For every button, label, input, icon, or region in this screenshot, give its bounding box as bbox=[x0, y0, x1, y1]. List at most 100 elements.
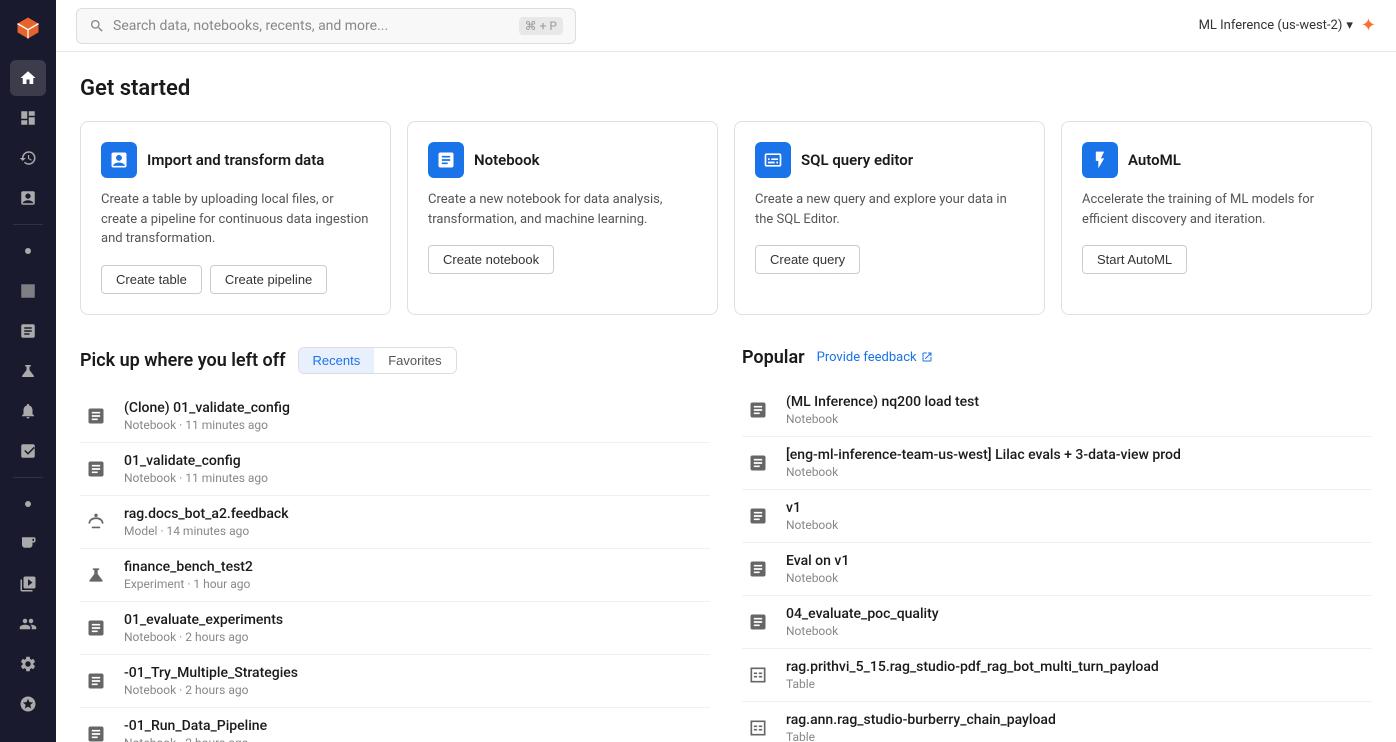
card-automl: AutoML Accelerate the training of ML mod… bbox=[1061, 121, 1372, 315]
recent-item-meta: Notebook · 2 hours ago bbox=[124, 683, 710, 697]
recent-list-item[interactable]: -01_Try_Multiple_Strategies Notebook · 2… bbox=[80, 655, 710, 708]
recent-list-item[interactable]: 01_validate_config Notebook · 11 minutes… bbox=[80, 443, 710, 496]
recent-item-meta: Notebook · 2 hours ago bbox=[124, 736, 710, 742]
recent-list-item[interactable]: finance_bench_test2 Experiment · 1 hour … bbox=[80, 549, 710, 602]
popular-item-name: rag.ann.rag_studio-burberry_chain_payloa… bbox=[786, 712, 1286, 728]
recent-list-item[interactable]: -01_Run_Data_Pipeline Notebook · 2 hours… bbox=[80, 708, 710, 742]
create-notebook-button[interactable]: Create notebook bbox=[428, 245, 554, 274]
popular-item-info: v1 Notebook bbox=[786, 500, 1372, 532]
start-automl-button[interactable]: Start AutoML bbox=[1082, 245, 1187, 274]
sidebar-users[interactable] bbox=[10, 606, 46, 642]
recent-list-item[interactable]: rag.docs_bot_a2.feedback Model · 14 minu… bbox=[80, 496, 710, 549]
popular-list-item[interactable]: 04_evaluate_poc_quality Notebook bbox=[742, 596, 1372, 649]
popular-item-name: Eval on v1 bbox=[786, 553, 1286, 569]
recent-item-icon bbox=[80, 665, 112, 697]
recent-item-info: rag.docs_bot_a2.feedback Model · 14 minu… bbox=[124, 506, 710, 538]
card-automl-icon bbox=[1082, 142, 1118, 178]
sidebar-settings[interactable] bbox=[10, 646, 46, 682]
sidebar-jobs[interactable] bbox=[10, 566, 46, 602]
sidebar-data[interactable] bbox=[10, 273, 46, 309]
sidebar-compute[interactable] bbox=[10, 526, 46, 562]
card-import-desc: Create a table by uploading local files,… bbox=[101, 190, 370, 249]
popular-item-meta: Notebook bbox=[786, 465, 1372, 479]
popular-item-info: 04_evaluate_poc_quality Notebook bbox=[786, 606, 1372, 638]
popular-item-info: (ML Inference) nq200 load test Notebook bbox=[786, 394, 1372, 426]
popular-list-item[interactable]: Eval on v1 Notebook bbox=[742, 543, 1372, 596]
create-table-button[interactable]: Create table bbox=[101, 265, 202, 294]
create-query-button[interactable]: Create query bbox=[755, 245, 860, 274]
popular-list-item[interactable]: rag.ann.rag_studio-burberry_chain_payloa… bbox=[742, 702, 1372, 742]
recent-list-item[interactable]: 01_evaluate_experiments Notebook · 2 hou… bbox=[80, 602, 710, 655]
recent-list-item[interactable]: (Clone) 01_validate_config Notebook · 11… bbox=[80, 390, 710, 443]
content-area: Get started Import and transform data Cr… bbox=[56, 52, 1396, 742]
sidebar-divider-1 bbox=[13, 224, 43, 225]
sidebar-alerts[interactable] bbox=[10, 393, 46, 429]
sidebar-more-2[interactable] bbox=[10, 486, 46, 522]
recent-item-icon bbox=[80, 612, 112, 644]
provide-feedback-label: Provide feedback bbox=[817, 350, 917, 365]
sidebar-notebooks[interactable] bbox=[10, 313, 46, 349]
card-sql-desc: Create a new query and explore your data… bbox=[755, 190, 1024, 229]
create-pipeline-button[interactable]: Create pipeline bbox=[210, 265, 327, 294]
popular-panel: Popular Provide feedback (ML Inference) … bbox=[742, 347, 1372, 742]
popular-item-info: rag.ann.rag_studio-burberry_chain_payloa… bbox=[786, 712, 1372, 742]
spark-icon: ✦ bbox=[1361, 15, 1376, 36]
card-sql-title: SQL query editor bbox=[801, 151, 913, 169]
card-automl-header: AutoML bbox=[1082, 142, 1351, 178]
sidebar-workflows[interactable] bbox=[10, 180, 46, 216]
sidebar-history[interactable] bbox=[10, 140, 46, 176]
popular-item-meta: Notebook bbox=[786, 518, 1372, 532]
card-import-actions: Create table Create pipeline bbox=[101, 265, 370, 294]
tab-recents[interactable]: Recents bbox=[299, 348, 375, 373]
external-link-icon bbox=[921, 351, 933, 363]
card-import-icon bbox=[101, 142, 137, 178]
sidebar-pipelines[interactable] bbox=[10, 433, 46, 469]
popular-item-meta: Table bbox=[786, 730, 1372, 742]
provide-feedback-link[interactable]: Provide feedback bbox=[817, 350, 933, 365]
popular-item-name: (ML Inference) nq200 load test bbox=[786, 394, 1286, 410]
popular-item-name: 04_evaluate_poc_quality bbox=[786, 606, 1286, 622]
sidebar-more-1[interactable] bbox=[10, 233, 46, 269]
popular-item-icon bbox=[742, 394, 774, 426]
popular-item-icon bbox=[742, 447, 774, 479]
popular-item-icon bbox=[742, 606, 774, 638]
workspace-arrow: ▾ bbox=[1346, 18, 1353, 33]
sidebar-marketplace[interactable] bbox=[10, 686, 46, 722]
popular-list-item[interactable]: [eng-ml-inference-team-us-west] Lilac ev… bbox=[742, 437, 1372, 490]
recent-item-name: rag.docs_bot_a2.feedback bbox=[124, 506, 710, 522]
sidebar-home[interactable] bbox=[10, 60, 46, 96]
popular-item-icon bbox=[742, 553, 774, 585]
recent-item-info: 01_evaluate_experiments Notebook · 2 hou… bbox=[124, 612, 710, 644]
recent-item-info: -01_Try_Multiple_Strategies Notebook · 2… bbox=[124, 665, 710, 697]
popular-header: Popular Provide feedback bbox=[742, 347, 1372, 368]
card-import-transform: Import and transform data Create a table… bbox=[80, 121, 391, 315]
card-sql-icon bbox=[755, 142, 791, 178]
sidebar-experiments[interactable] bbox=[10, 353, 46, 389]
card-automl-desc: Accelerate the training of ML models for… bbox=[1082, 190, 1351, 229]
recent-item-name: finance_bench_test2 bbox=[124, 559, 710, 575]
databricks-logo[interactable] bbox=[8, 8, 48, 48]
tab-favorites[interactable]: Favorites bbox=[374, 348, 455, 373]
sidebar-dashboard[interactable] bbox=[10, 100, 46, 136]
recent-item-name: (Clone) 01_validate_config bbox=[124, 400, 710, 416]
search-icon bbox=[89, 18, 105, 34]
search-bar[interactable]: Search data, notebooks, recents, and mor… bbox=[76, 8, 576, 44]
workspace-selector[interactable]: ML Inference (us-west-2) ▾ bbox=[1199, 18, 1353, 33]
recents-header: Pick up where you left off Recents Favor… bbox=[80, 347, 710, 374]
recents-panel: Pick up where you left off Recents Favor… bbox=[80, 347, 710, 742]
popular-item-meta: Notebook bbox=[786, 624, 1372, 638]
card-sql: SQL query editor Create a new query and … bbox=[734, 121, 1045, 315]
popular-list-item[interactable]: (ML Inference) nq200 load test Notebook bbox=[742, 384, 1372, 437]
topbar-right: ML Inference (us-west-2) ▾ ✦ bbox=[1199, 15, 1376, 36]
popular-list-item[interactable]: rag.prithvi_5_15.rag_studio-pdf_rag_bot_… bbox=[742, 649, 1372, 702]
popular-list-item[interactable]: v1 Notebook bbox=[742, 490, 1372, 543]
recent-item-name: 01_validate_config bbox=[124, 453, 710, 469]
search-shortcut: ⌘ + P bbox=[519, 17, 563, 35]
recent-item-meta: Notebook · 2 hours ago bbox=[124, 630, 710, 644]
card-notebook-actions: Create notebook bbox=[428, 245, 697, 274]
recent-item-meta: Notebook · 11 minutes ago bbox=[124, 471, 710, 485]
popular-item-meta: Table bbox=[786, 677, 1372, 691]
card-sql-actions: Create query bbox=[755, 245, 1024, 274]
card-sql-header: SQL query editor bbox=[755, 142, 1024, 178]
recent-item-meta: Notebook · 11 minutes ago bbox=[124, 418, 710, 432]
